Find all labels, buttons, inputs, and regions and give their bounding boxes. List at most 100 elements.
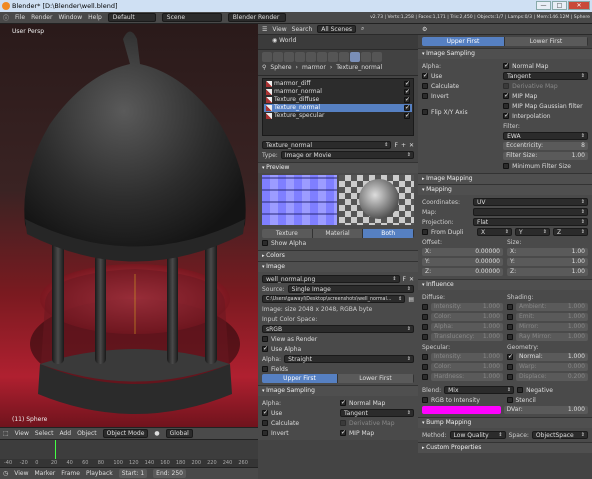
slot-checkbox[interactable]	[404, 96, 410, 104]
show-alpha-checkbox[interactable]	[262, 240, 268, 246]
render-engine-selector[interactable]: Blender Render	[227, 13, 286, 22]
diffuse-translucency-checkbox[interactable]	[422, 334, 428, 340]
warp-field[interactable]: Warp: 0.000	[516, 363, 588, 371]
fake-user-icon[interactable]: F	[403, 276, 406, 283]
normal-map-checkbox-mid[interactable]	[340, 399, 346, 406]
axis-z-selector[interactable]: Z	[553, 228, 588, 236]
uv-map-selector[interactable]	[473, 208, 588, 216]
mip-gauss-checkbox[interactable]	[503, 103, 510, 109]
menu-frame[interactable]: Frame	[61, 470, 80, 477]
modifier-tab-icon[interactable]	[317, 52, 327, 62]
diffuse-alpha-field[interactable]: Alpha: 1.000	[431, 323, 503, 331]
normal-map-checkbox[interactable]	[503, 62, 509, 69]
close-button[interactable]: ✕	[568, 1, 590, 10]
filter-size-field[interactable]: Filter Size: 1.00	[503, 152, 588, 160]
image-file-field[interactable]: well_normal.png	[262, 275, 400, 283]
3d-viewport[interactable]: User Persp (11) Sphere	[0, 24, 258, 439]
lower-first-tab-right[interactable]: Lower First	[505, 37, 588, 46]
unlink-image-icon[interactable]: ✕	[409, 276, 414, 283]
colorspace-selector[interactable]: sRGB	[262, 325, 414, 333]
bump-space-selector[interactable]: ObjectSpace	[531, 431, 588, 439]
outliner-world[interactable]: World	[279, 37, 296, 44]
data-tab-icon[interactable]	[328, 52, 338, 62]
properties-editor-icon[interactable]: ⚙	[422, 26, 427, 33]
emit-checkbox[interactable]	[507, 314, 513, 320]
use-checkbox[interactable]	[422, 72, 428, 79]
menu-window[interactable]: Window	[58, 14, 82, 21]
stencil-checkbox[interactable]	[506, 397, 513, 403]
from-dupli-checkbox[interactable]	[422, 229, 428, 235]
calculate-checkbox-mid[interactable]	[262, 420, 268, 426]
outliner-editor-icon[interactable]: ☰	[262, 26, 267, 33]
bump-header[interactable]: Bump Mapping	[418, 418, 592, 428]
mip-map-checkbox[interactable]	[503, 92, 509, 99]
image-sampling-header[interactable]: Image Sampling	[418, 49, 592, 59]
spec-intensity-checkbox[interactable]	[422, 354, 428, 360]
texture-slot-list[interactable]: marmor_diff marmor_normal Texture_diffus…	[262, 78, 414, 136]
viewport-editor-icon[interactable]: ⬚	[3, 430, 9, 437]
derivative-map-checkbox[interactable]	[503, 83, 510, 89]
blend-color-swatch[interactable]	[422, 406, 501, 414]
menu-view-timeline[interactable]: View	[14, 470, 28, 477]
displace-field[interactable]: Displace: 0.200	[516, 373, 588, 381]
normal-influence-field[interactable]: Normal: 1.000	[516, 353, 588, 361]
object-tab-icon[interactable]	[295, 52, 305, 62]
interpolation-checkbox[interactable]	[503, 112, 509, 119]
outliner[interactable]: ◉ World	[258, 35, 418, 50]
menu-render[interactable]: Render	[31, 14, 52, 21]
mode-selector[interactable]: Object Mode	[102, 429, 149, 438]
menu-select[interactable]: Select	[35, 430, 54, 437]
world-tab-icon[interactable]	[284, 52, 294, 62]
offset-x-field[interactable]: X: 0.00000	[422, 248, 503, 256]
orientation-selector[interactable]: Global	[165, 429, 193, 438]
size-x-field[interactable]: X: 1.00	[507, 248, 588, 256]
mapping-header[interactable]: Mapping	[418, 185, 592, 195]
derivative-map-checkbox-mid[interactable]	[340, 420, 346, 426]
fields-checkbox[interactable]	[262, 366, 268, 372]
dvar-field[interactable]: DVar: 1.000	[503, 406, 588, 414]
texture-name-field[interactable]: Texture_normal	[262, 141, 392, 149]
upper-first-tab[interactable]: Upper First	[262, 374, 338, 383]
view-as-render-checkbox[interactable]	[262, 336, 268, 342]
mirror-checkbox[interactable]	[507, 324, 513, 330]
texture-slot[interactable]: Texture_diffuse	[264, 96, 412, 104]
use-checkbox-mid[interactable]	[262, 409, 268, 416]
normal-space-selector-mid[interactable]: Tangent	[340, 409, 414, 417]
end-frame-field[interactable]: End: 250	[153, 469, 186, 478]
slot-checkbox[interactable]	[404, 88, 410, 96]
warp-checkbox[interactable]	[507, 364, 513, 370]
diffuse-color-checkbox[interactable]	[422, 314, 428, 320]
custom-props-header[interactable]: Custom Properties	[418, 443, 592, 453]
shading-icon[interactable]: ●	[154, 430, 159, 437]
texture-slot[interactable]: Texture_specular	[264, 112, 412, 120]
scenes-filter[interactable]: All Scenes	[317, 25, 357, 33]
size-y-field[interactable]: Y: 1.00	[507, 258, 588, 266]
scene-selector[interactable]: Scene	[161, 13, 222, 22]
invert-checkbox[interactable]	[422, 93, 428, 99]
spec-color-checkbox[interactable]	[422, 364, 428, 370]
texture-slot[interactable]: marmor_diff	[264, 80, 412, 88]
menu-view[interactable]: View	[15, 430, 29, 437]
calculate-checkbox[interactable]	[422, 83, 428, 89]
invert-checkbox-mid[interactable]	[262, 430, 268, 436]
spec-hardness-checkbox[interactable]	[422, 374, 428, 380]
eccentricity-field[interactable]: Eccentricity: 8	[503, 142, 588, 150]
image-panel-header[interactable]: Image	[258, 262, 418, 272]
ambient-checkbox[interactable]	[507, 304, 513, 310]
colors-panel-header[interactable]: Colors	[258, 251, 418, 261]
preview-panel-header[interactable]: Preview	[258, 163, 418, 173]
projection-selector[interactable]: Flat	[473, 218, 588, 226]
texture-slot[interactable]: marmor_normal	[264, 88, 412, 96]
offset-z-field[interactable]: Z: 0.00000	[422, 268, 503, 276]
timeline[interactable]: -40 -20 0 20 40 60 80 100 120 140 160 180 200 220 240 2…	[0, 439, 258, 468]
flip-axis-checkbox[interactable]	[422, 109, 428, 115]
slot-checkbox[interactable]	[404, 80, 410, 88]
spec-hardness-field[interactable]: Hardness: 1.000	[431, 373, 503, 381]
min-filter-checkbox[interactable]	[503, 163, 510, 169]
new-texture-icon[interactable]: +	[401, 142, 406, 149]
menu-file[interactable]: File	[15, 14, 25, 21]
preview-tab-texture[interactable]: Texture	[262, 229, 313, 238]
image-mapping-header[interactable]: Image Mapping	[418, 174, 592, 184]
negative-checkbox[interactable]	[517, 387, 524, 393]
scene-tab-icon[interactable]	[273, 52, 283, 62]
